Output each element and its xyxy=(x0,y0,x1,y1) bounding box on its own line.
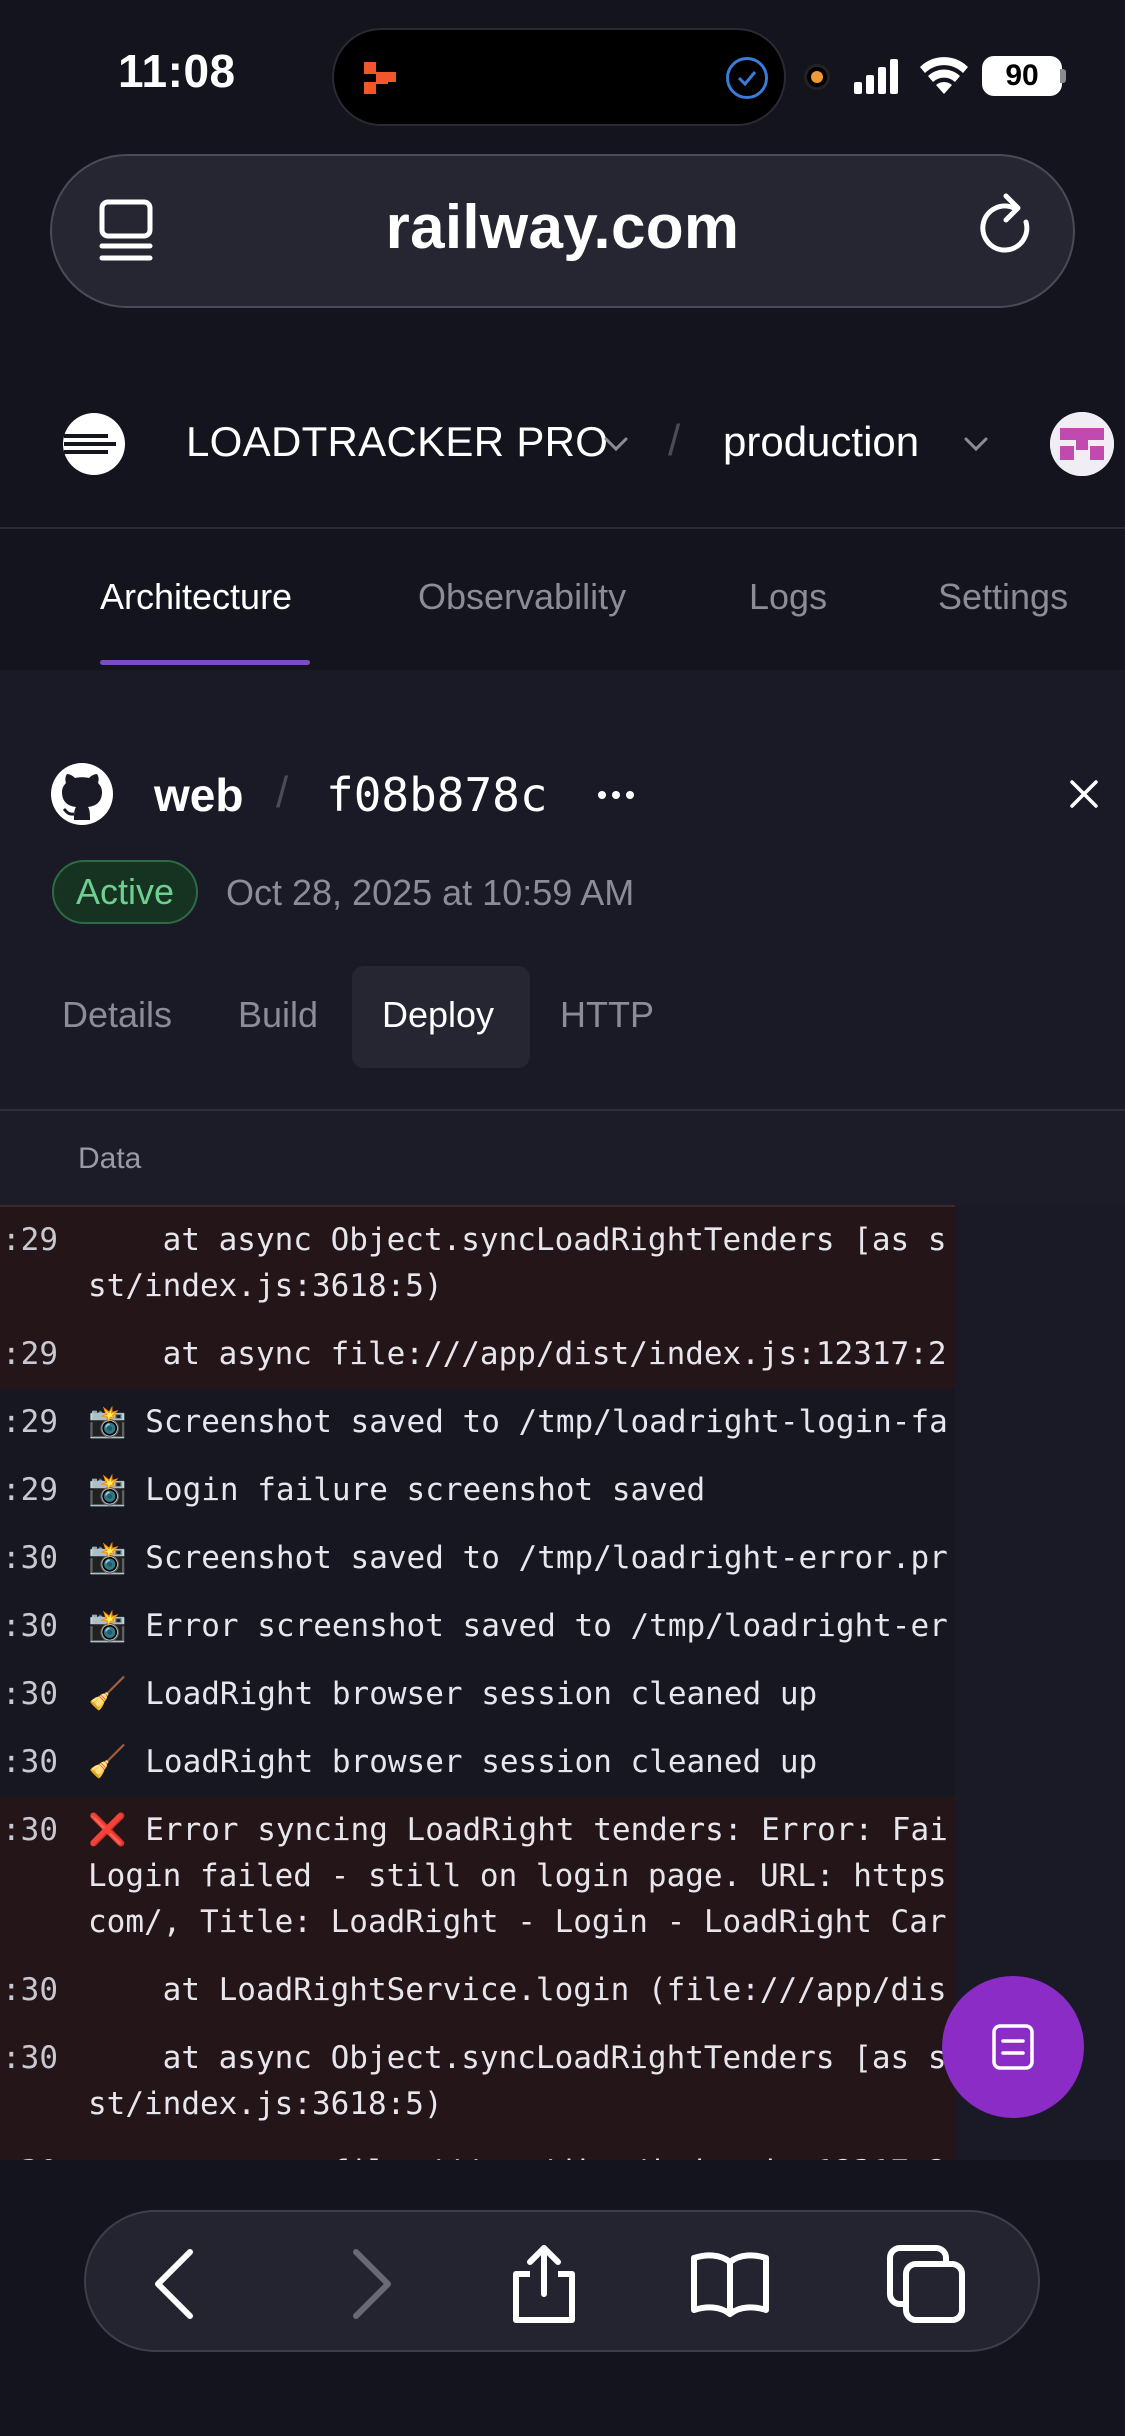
document-list-icon[interactable] xyxy=(988,2022,1038,2072)
status-time: 11:08 xyxy=(118,45,236,97)
log-row[interactable]: :30 📸 Error screenshot saved to /tmp/load… xyxy=(0,1593,955,1661)
tab-architecture[interactable]: Architecture xyxy=(100,576,292,618)
check-circle-icon xyxy=(726,57,768,99)
tab-settings[interactable]: Settings xyxy=(938,576,1068,618)
battery-indicator: 90 xyxy=(982,56,1062,96)
dynamic-island xyxy=(332,28,786,126)
header-divider xyxy=(0,527,1125,529)
log-message: at LoadRightService.login (file:///app/d… xyxy=(88,1972,947,2008)
log-row[interactable]: :30 🧹 LoadRight browser session cleaned u… xyxy=(0,1729,955,1797)
log-message: 📸 Screenshot saved to /tmp/loadright-log… xyxy=(88,1404,948,1440)
log-row[interactable]: :30 at async Object.syncLoadRightTenders… xyxy=(0,2025,955,2139)
chevron-down-icon[interactable] xyxy=(960,428,992,460)
log-timestamp: :29 xyxy=(2,1222,58,1258)
log-row[interactable]: :29 at async file:///app/dist/index.js:1… xyxy=(0,1321,955,1389)
tab-logs[interactable]: Logs xyxy=(749,576,827,618)
battery-cap xyxy=(1060,69,1066,83)
app-activity-icon xyxy=(364,62,396,94)
log-timestamp: :30 xyxy=(2,1972,58,2008)
chevron-down-icon[interactable] xyxy=(600,428,632,460)
log-timestamp: :30 xyxy=(2,2040,58,2076)
cellular-signal-icon xyxy=(854,59,898,94)
log-row[interactable]: :29 📸 Login failure screenshot saved xyxy=(0,1457,955,1525)
commit-hash[interactable]: f08b878c xyxy=(326,768,548,822)
project-name[interactable]: LOADTRACKER PRO xyxy=(186,418,608,466)
log-message: at async file:///app/dist/index.js:12317… xyxy=(88,1336,947,1372)
back-icon[interactable] xyxy=(136,2244,216,2324)
tab-details[interactable]: Details xyxy=(62,994,172,1036)
log-list[interactable]: :29 at async Object.syncLoadRightTenders… xyxy=(0,1205,955,2160)
log-row[interactable]: :30 at LoadRightService.login (file:///a… xyxy=(0,1957,955,2025)
url-text[interactable]: railway.com xyxy=(0,192,1125,263)
log-timestamp: :29 xyxy=(2,1404,58,1440)
log-timestamp: :29 xyxy=(2,1336,58,1372)
tab-build[interactable]: Build xyxy=(238,994,318,1036)
log-message: ❌ Error syncing LoadRight tenders: Error… xyxy=(88,1812,948,1940)
forward-icon[interactable] xyxy=(330,2244,410,2324)
share-icon[interactable] xyxy=(504,2244,584,2324)
service-name: web xyxy=(154,769,244,821)
bookmarks-icon[interactable] xyxy=(690,2244,770,2324)
breadcrumb-separator: / xyxy=(276,768,289,817)
log-timestamp: :30 xyxy=(2,2149,58,2160)
log-message: 📸 Error screenshot saved to /tmp/loadrig… xyxy=(88,1608,948,1644)
reload-icon[interactable] xyxy=(978,192,1040,262)
log-timestamp: :29 xyxy=(2,1472,58,1508)
log-timestamp: :30 xyxy=(2,1676,58,1712)
tab-http[interactable]: HTTP xyxy=(560,994,654,1036)
log-message: 🧹 LoadRight browser session cleaned up xyxy=(88,1744,818,1780)
log-timestamp: :30 xyxy=(2,1608,58,1644)
log-row[interactable]: :29 at async Object.syncLoadRightTenders… xyxy=(0,1207,955,1321)
log-message: 🧹 LoadRight browser session cleaned up xyxy=(88,1676,818,1712)
privacy-indicator-icon xyxy=(804,64,830,90)
log-message: at async Object.syncLoadRightTenders [as… xyxy=(88,1222,947,1304)
tabs-icon[interactable] xyxy=(886,2244,966,2324)
log-message: at async Object.syncLoadRightTenders [as… xyxy=(88,2040,947,2122)
close-icon[interactable] xyxy=(1068,778,1100,810)
deployment-date: Oct 28, 2025 at 10:59 AM xyxy=(226,872,635,913)
breadcrumb-separator: / xyxy=(668,416,681,465)
log-message: 📸 Screenshot saved to /tmp/loadright-err… xyxy=(88,1540,948,1576)
log-message: at async file:///app/dist/index.js:12317… xyxy=(88,2149,955,2160)
more-options-icon[interactable] xyxy=(596,788,636,802)
avatar[interactable] xyxy=(1050,412,1114,476)
log-message: 📸 Login failure screenshot saved xyxy=(88,1472,706,1508)
environment-name[interactable]: production xyxy=(723,418,919,466)
railway-logo-icon[interactable] xyxy=(62,412,126,476)
log-row[interactable]: :30 ❌ Error syncing LoadRight tenders: Er… xyxy=(0,1797,955,1957)
log-row[interactable]: :30 at async file:///app/dist/index.js:1… xyxy=(0,2139,955,2160)
log-timestamp: :30 xyxy=(2,1744,58,1780)
log-table-header xyxy=(0,1111,1125,1205)
log-timestamp: :30 xyxy=(2,1812,58,1848)
log-row[interactable]: :29 📸 Screenshot saved to /tmp/loadright-… xyxy=(0,1389,955,1457)
log-row[interactable]: :30 📸 Screenshot saved to /tmp/loadright-… xyxy=(0,1525,955,1593)
log-timestamp: :30 xyxy=(2,1540,58,1576)
tab-deploy[interactable]: Deploy xyxy=(382,994,494,1036)
status-badge: Active xyxy=(52,860,199,924)
column-header-data: Data xyxy=(78,1142,142,1175)
tab-observability[interactable]: Observability xyxy=(418,576,626,618)
active-tab-indicator xyxy=(100,660,310,665)
github-icon xyxy=(51,763,113,825)
log-row[interactable]: :30 🧹 LoadRight browser session cleaned u… xyxy=(0,1661,955,1729)
wifi-icon xyxy=(920,57,968,94)
